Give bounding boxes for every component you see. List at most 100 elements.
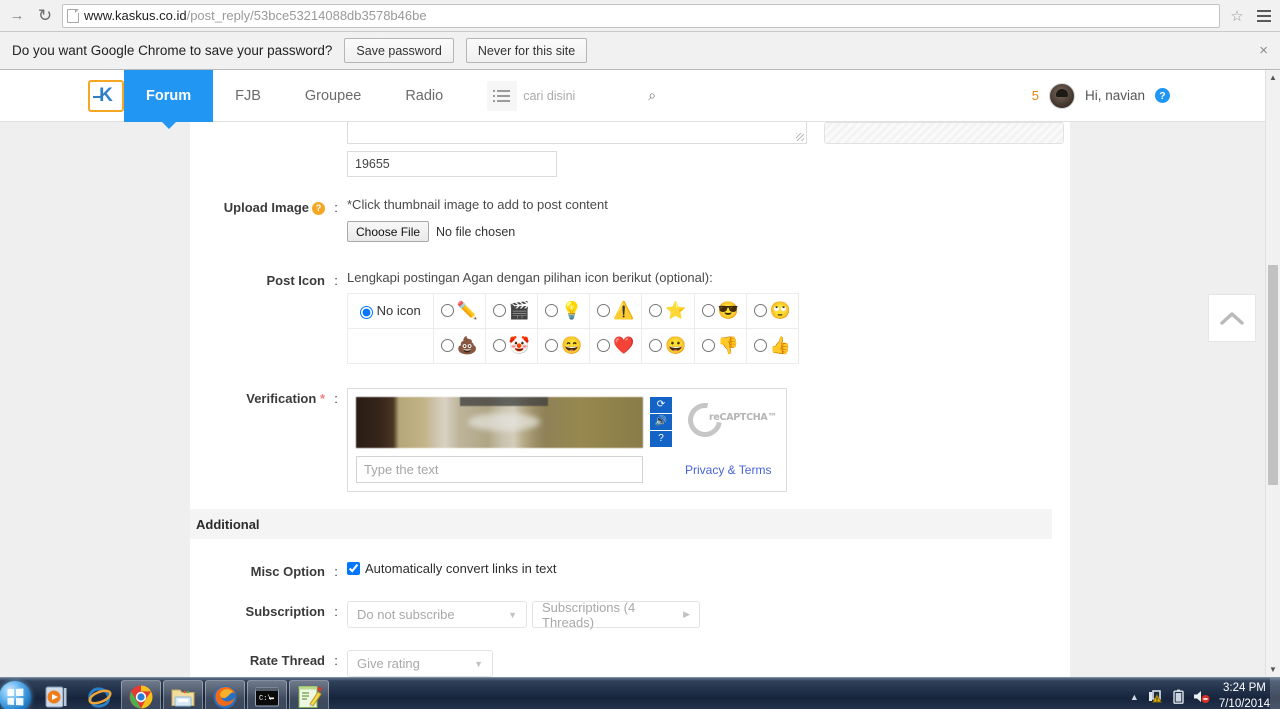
radio-poop[interactable] [440,339,454,353]
show-desktop-button[interactable] [1270,678,1280,709]
scroll-up-arrow[interactable]: ▲ [1266,70,1280,85]
subscription-select[interactable]: Do not subscribe ▼ [347,601,527,628]
thumbs-up-icon[interactable]: 👍 [770,337,791,354]
kaskus-logo[interactable]: K [88,79,124,112]
editor-stub-row: 19655 [190,122,1070,177]
refresh-icon[interactable]: ⟳ [650,397,672,413]
post-icon-laughing[interactable]: 😄 [537,328,591,364]
choose-file-button[interactable]: Choose File [347,221,430,242]
post-icon-warning[interactable]: ⚠️ [589,293,643,329]
close-icon[interactable]: × [1259,42,1268,59]
help-icon[interactable]: ? [1155,88,1170,103]
battery-icon[interactable] [1173,689,1184,704]
captcha-input[interactable]: Type the text [356,456,643,483]
internet-explorer-icon[interactable] [79,680,119,709]
rate-thread-select[interactable]: Give rating ▼ [347,650,493,677]
radio-smiley[interactable] [753,304,767,318]
radio-pencil[interactable] [440,304,454,318]
radio-laughing[interactable] [545,339,559,353]
user-greeting[interactable]: Hi, navian [1085,88,1145,103]
radio-lightbulb[interactable] [545,304,559,318]
blue-face-icon[interactable]: 😀 [665,337,686,354]
post-icon-blue-face[interactable]: 😀 [641,328,695,364]
reload-icon[interactable]: ↻ [34,5,56,27]
start-orb[interactable] [0,679,36,709]
tab-fjb[interactable]: FJB [213,70,283,122]
no-icon-radio[interactable] [360,305,373,319]
post-icon-pencil[interactable]: ✏️ [432,293,486,329]
radio-sunglasses[interactable] [701,304,715,318]
subscriptions-threads-button[interactable]: Subscriptions (4 Threads) ▶ [532,600,700,630]
convert-links-checkbox[interactable] [347,562,360,575]
radio-thumbs-up[interactable] [753,339,767,353]
misc-option-label: Misc Option [250,564,325,579]
save-password-button[interactable]: Save password [344,38,454,63]
file-explorer-icon[interactable] [163,679,203,709]
firefox-icon[interactable] [205,679,245,709]
radio-clapperboard[interactable] [492,304,506,318]
help-icon[interactable]: ? [650,431,672,447]
radio-thumbs-down[interactable] [701,339,715,353]
warning-icon[interactable]: ⚠️ [613,302,634,319]
command-prompt-icon[interactable]: C:\ [247,679,287,709]
windows-media-player-icon[interactable] [37,680,77,709]
hamburger-menu-icon[interactable] [1254,5,1274,27]
post-icon-smiley[interactable]: 🙄 [745,293,799,329]
privacy-terms-link[interactable]: Privacy & Terms [685,463,771,477]
radio-star[interactable] [649,304,663,318]
post-icon-thumbs-up[interactable]: 👍 [745,328,799,364]
sunglasses-face-icon[interactable]: 😎 [718,302,739,319]
help-icon[interactable]: ? [312,202,325,215]
post-icon-thumbs-down[interactable]: 👎 [693,328,747,364]
radio-heart[interactable] [597,339,611,353]
radio-warning[interactable] [597,304,611,318]
search-icon[interactable]: ⌕ [637,80,668,111]
post-icon-lightbulb[interactable]: 💡 [537,293,591,329]
lightbulb-icon[interactable]: 💡 [561,302,582,319]
post-icon-clown[interactable]: 🤡 [484,328,539,364]
smiley-icon[interactable]: 🙄 [770,302,791,319]
thumbs-down-icon[interactable]: 👎 [718,337,739,354]
bookmark-star-icon[interactable]: ☆ [1226,5,1248,27]
audio-icon[interactable]: 🔊 [650,414,672,430]
show-hidden-icons-icon[interactable]: ▲ [1130,692,1139,702]
post-icon-clapperboard[interactable]: 🎬 [484,293,539,329]
volume-muted-icon[interactable] [1193,689,1210,704]
character-count-field[interactable]: 19655 [347,151,557,177]
notification-badge[interactable]: 5 [1032,88,1039,103]
post-icon-poop[interactable]: 💩 [432,328,486,364]
network-warning-icon[interactable] [1148,689,1164,704]
url-domain: www.kaskus.co.id [84,8,187,23]
post-icon-heart[interactable]: ❤️ [589,328,643,364]
page-scrollbar[interactable]: ▲ ▼ [1265,70,1280,677]
clapperboard-icon[interactable]: 🎬 [509,302,530,319]
search-input[interactable]: cari disini [517,80,638,111]
taskbar-clock[interactable]: 3:24 PM 7/10/2014 [1219,681,1270,709]
clown-face-icon[interactable]: 🤡 [509,337,530,354]
forward-arrow-icon[interactable]: → [6,5,28,27]
post-icon-sunglasses[interactable]: 😎 [693,293,747,329]
radio-blue-face[interactable] [649,339,663,353]
notepad-plus-plus-icon[interactable] [289,679,329,709]
tab-radio[interactable]: Radio [383,70,465,122]
pencil-icon[interactable]: ✏️ [457,302,478,319]
address-bar[interactable]: www.kaskus.co.id/post_reply/53bce5321408… [62,3,1220,28]
convert-links-checkbox-row[interactable]: Automatically convert links in text [347,561,1070,576]
heart-icon[interactable]: ❤️ [613,337,634,354]
tab-groupee[interactable]: Groupee [283,70,383,122]
avatar[interactable] [1048,82,1075,109]
laughing-face-icon[interactable]: 😄 [561,337,582,354]
tab-forum[interactable]: Forum [124,70,214,129]
scroll-down-arrow[interactable]: ▼ [1266,662,1280,677]
list-icon[interactable] [487,89,517,102]
post-textarea[interactable] [347,122,807,144]
no-icon-cell[interactable]: No icon [347,293,434,329]
scroll-to-top-button[interactable] [1208,294,1256,342]
poop-icon[interactable]: 💩 [457,337,478,354]
radio-clown[interactable] [492,339,506,353]
scrollbar-thumb[interactable] [1268,265,1278,485]
never-for-this-site-button[interactable]: Never for this site [465,38,588,63]
star-icon[interactable]: ⭐ [665,302,686,319]
post-icon-star[interactable]: ⭐ [641,293,695,329]
google-chrome-icon[interactable] [121,679,161,709]
